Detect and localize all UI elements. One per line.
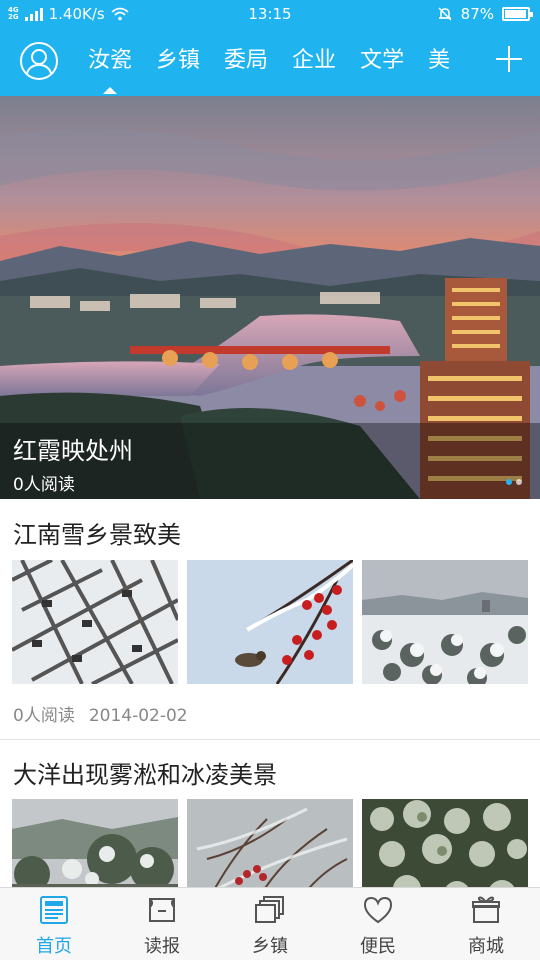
tab-ruci[interactable]: 汝瓷 — [76, 30, 144, 96]
thumbnail-image — [362, 560, 528, 684]
user-icon — [25, 49, 53, 78]
nav-towns-label: 乡镇 — [252, 936, 288, 957]
nav-newspaper[interactable]: 读报 — [108, 888, 216, 960]
hero-title[interactable]: 红霞映处州 — [13, 431, 133, 466]
article-date: 2014-02-02 — [88, 706, 188, 726]
nav-services[interactable]: 便民 — [324, 888, 432, 960]
top-header: 汝瓷 乡镇 委局 企业 文学 美 — [0, 30, 540, 96]
tab-weiju[interactable]: 委局 — [212, 30, 280, 96]
nav-home[interactable]: 首页 — [0, 888, 108, 960]
article-meta: 0人阅读 2014-02-02 — [13, 701, 188, 726]
article-thumbnails — [12, 560, 528, 684]
heart-icon — [363, 896, 393, 924]
tab-xiangzhen[interactable]: 乡镇 — [144, 30, 212, 96]
article-thumbnails — [12, 799, 528, 887]
article-title[interactable]: 江南雪乡景致美 — [13, 515, 181, 550]
thumbnail-image — [362, 799, 528, 887]
thumbnail-image — [12, 799, 178, 887]
article-card[interactable]: 江南雪乡景致美 0人阅读 2014-02-02 — [0, 499, 540, 739]
layers-icon — [255, 896, 284, 923]
hero-read-count: 0人阅读 — [13, 475, 75, 495]
article-title[interactable]: 大洋出现雾淞和冰凌美景 — [13, 755, 277, 790]
nav-services-label: 便民 — [360, 936, 396, 957]
thumbnail-image — [187, 799, 353, 887]
nav-shop[interactable]: 商城 — [432, 888, 540, 960]
news-icon — [40, 896, 68, 924]
nav-shop-label: 商城 — [468, 936, 504, 957]
nav-newspaper-label: 读报 — [144, 936, 180, 957]
nav-towns[interactable]: 乡镇 — [216, 888, 324, 960]
carousel-indicator — [506, 479, 522, 485]
hero-banner[interactable]: 红霞映处州 0人阅读 — [0, 96, 540, 499]
carousel-dot — [506, 479, 512, 485]
article-read-count: 0人阅读 — [13, 706, 75, 726]
bottom-navigation: 首页 读报 乡镇 便民 商城 — [0, 887, 540, 960]
channel-tabs: 汝瓷 乡镇 委局 企业 文学 美 — [76, 30, 486, 96]
tab-wenxue[interactable]: 文学 — [348, 30, 416, 96]
article-card[interactable]: 大洋出现雾淞和冰凌美景 — [0, 740, 540, 887]
tab-mei[interactable]: 美 — [416, 30, 462, 96]
mute-bell-icon — [438, 7, 452, 21]
status-bar: 4G 2G 1.40K/s 13:15 87% — [0, 0, 540, 30]
thumbnail-image — [12, 560, 178, 684]
gift-icon — [472, 896, 500, 923]
add-channel-button[interactable] — [494, 44, 524, 74]
thumbnail-image — [187, 560, 353, 684]
battery-icon — [502, 7, 533, 21]
user-avatar-button[interactable] — [20, 42, 58, 80]
hero-caption: 红霞映处州 0人阅读 — [0, 423, 540, 499]
battery-percent: 87% — [460, 5, 494, 23]
carousel-dot — [516, 479, 522, 485]
tab-qiye[interactable]: 企业 — [280, 30, 348, 96]
nav-home-label: 首页 — [36, 936, 72, 957]
newspaper-icon — [149, 898, 175, 922]
